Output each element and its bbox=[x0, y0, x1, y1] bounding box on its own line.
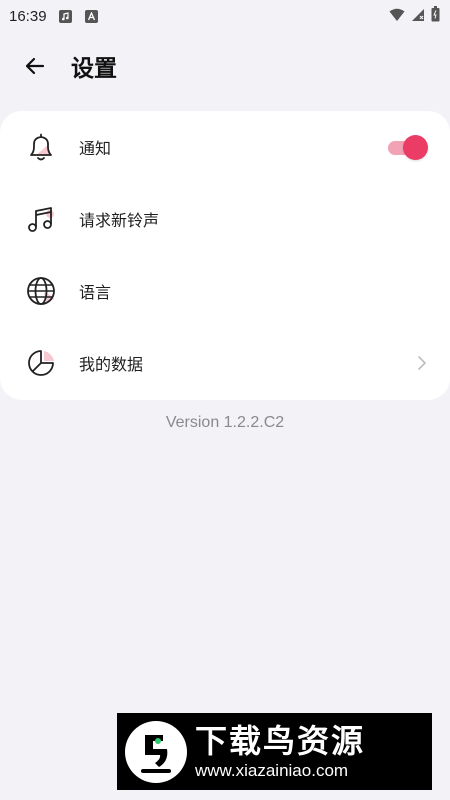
status-time: 16:39 bbox=[9, 7, 47, 25]
battery-icon bbox=[431, 6, 440, 26]
setting-label: 请求新铃声 bbox=[79, 211, 160, 230]
toggle-thumb bbox=[403, 135, 428, 160]
setting-label: 语言 bbox=[79, 283, 112, 302]
arrow-left-icon bbox=[25, 57, 45, 75]
globe-icon bbox=[25, 275, 57, 307]
watermark-url: www.xiazainiao.com bbox=[195, 760, 349, 780]
setting-row-request-ringtone[interactable]: 请求新铃声 bbox=[0, 183, 450, 255]
music-note-icon bbox=[25, 203, 57, 235]
watermark-bird-logo bbox=[123, 719, 189, 785]
app-bar: 设置 bbox=[0, 40, 450, 92]
music-notification-icon bbox=[58, 9, 72, 23]
watermark-banner: 下载鸟资源 www.xiazainiao.com bbox=[117, 713, 432, 790]
version-text: Version 1.2.2.C2 bbox=[165, 414, 285, 431]
back-button[interactable] bbox=[15, 46, 55, 86]
watermark-text: 下载鸟资源 www.xiazainiao.com bbox=[195, 722, 365, 782]
bell-icon bbox=[25, 131, 57, 163]
watermark-title: 下载鸟资源 bbox=[195, 721, 366, 760]
status-bar: 16:39 bbox=[0, 0, 450, 32]
page-title: 设置 bbox=[71, 56, 117, 82]
setting-label: 通知 bbox=[79, 139, 112, 158]
setting-label: 我的数据 bbox=[79, 355, 144, 374]
pie-chart-icon bbox=[25, 347, 57, 379]
signal-icon bbox=[411, 7, 425, 26]
chevron-right-icon bbox=[414, 355, 428, 371]
notification-toggle[interactable] bbox=[386, 134, 428, 160]
setting-row-notifications[interactable]: 通知 bbox=[0, 111, 450, 183]
setting-row-language[interactable]: 语言 bbox=[0, 255, 450, 327]
app-notification-icon bbox=[84, 9, 98, 23]
wifi-icon bbox=[389, 7, 405, 26]
settings-card: 通知 请求新铃声 语言 我的数据 bbox=[0, 111, 450, 400]
setting-row-my-data[interactable]: 我的数据 bbox=[0, 327, 450, 399]
